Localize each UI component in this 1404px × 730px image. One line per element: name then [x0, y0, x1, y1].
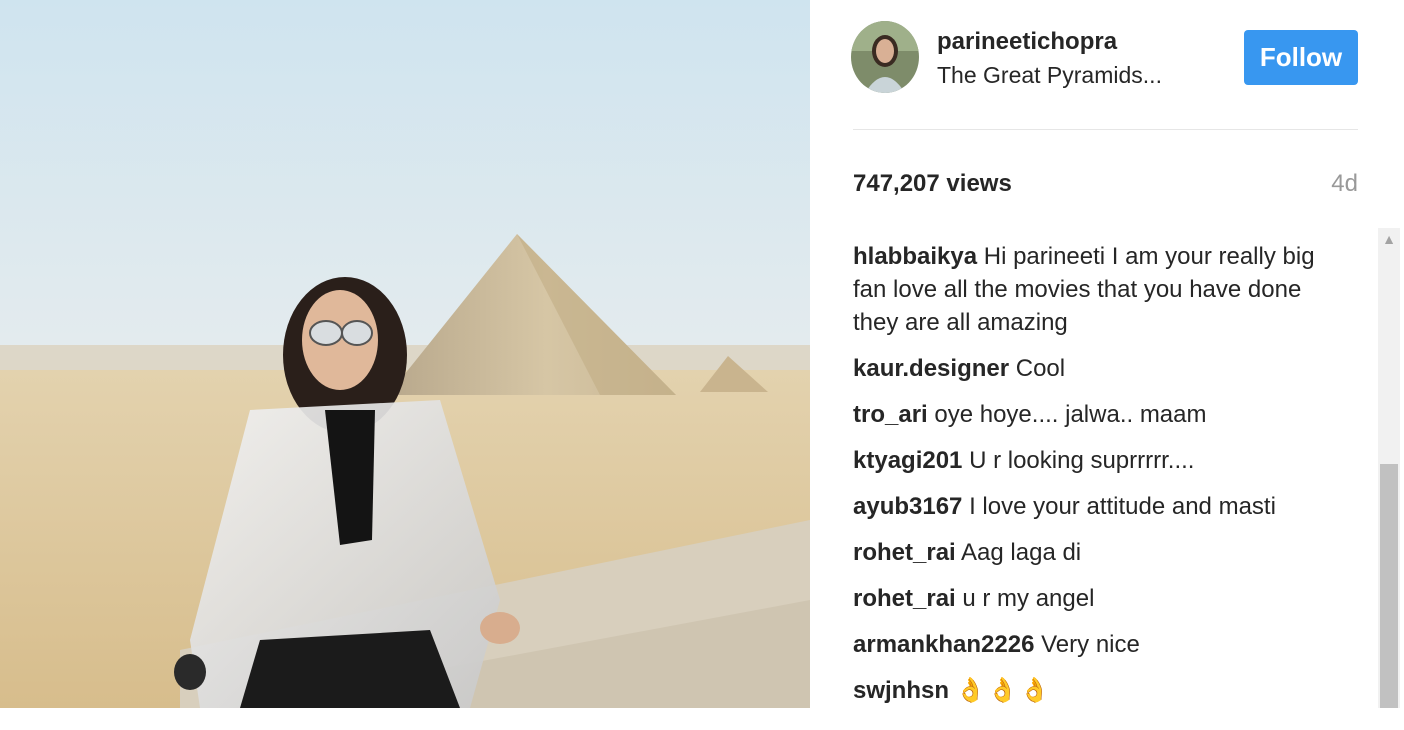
scrollbar-thumb[interactable] [1380, 464, 1398, 708]
comment-item: armankhan2226 Very nice [853, 628, 1333, 661]
comment-text: 👌👌👌 [955, 677, 1052, 704]
comment-item: rohet_rai Aag laga di [853, 536, 1333, 569]
comment-text: Aag laga di [961, 539, 1082, 566]
comment-item: hlabbaikya Hi parineeti I am your really… [853, 240, 1333, 339]
comment-text: I love your attitude and masti [969, 493, 1276, 520]
post-video[interactable] [0, 0, 810, 708]
comment-item: tro_ari oye hoye.... jalwa.. maam [853, 398, 1333, 431]
username-link[interactable]: parineetichopra [937, 28, 1117, 56]
comment-author[interactable]: hlabbaikya [853, 243, 977, 270]
comment-text: u r my angel [962, 585, 1095, 612]
comment-author[interactable]: armankhan2226 [853, 631, 1034, 658]
comment-text: oye hoye.... jalwa.. maam [934, 401, 1207, 428]
avatar-image [851, 21, 919, 93]
divider [853, 129, 1358, 130]
comment-item: rohet_rai u r my angel [853, 582, 1333, 615]
comment-text: Very nice [1041, 631, 1140, 658]
comment-author[interactable]: tro_ari [853, 401, 928, 428]
comment-author[interactable]: rohet_rai [853, 585, 956, 612]
chevron-up-icon[interactable]: ▲ [1378, 228, 1400, 250]
comment-item: ayub3167 I love your attitude and masti [853, 490, 1333, 523]
comment-item: kaur.designer Cool [853, 352, 1333, 385]
location-link[interactable]: The Great Pyramids... [937, 62, 1162, 89]
avatar[interactable] [851, 21, 919, 93]
comment-author[interactable]: ktyagi201 [853, 447, 962, 474]
comments-scrollbar[interactable]: ▲ [1378, 228, 1400, 708]
post-timestamp[interactable]: 4d [1331, 170, 1358, 198]
comment-item: ktyagi201 U r looking suprrrrr.... [853, 444, 1333, 477]
comment-author[interactable]: ayub3167 [853, 493, 962, 520]
video-frame-image [0, 0, 810, 708]
comment-list: hlabbaikya Hi parineeti I am your really… [853, 240, 1333, 720]
comment-text: U r looking suprrrrr.... [969, 447, 1195, 474]
comment-author[interactable]: kaur.designer [853, 355, 1009, 382]
post-details-panel: parineetichopra The Great Pyramids... Fo… [810, 0, 1404, 708]
comment-author[interactable]: swjnhsn [853, 677, 949, 704]
view-count: 747,207 views [853, 170, 1012, 197]
comment-author[interactable]: rohet_rai [853, 539, 956, 566]
comment-item: swjnhsn 👌👌👌 [853, 674, 1333, 707]
follow-button[interactable]: Follow [1244, 30, 1358, 85]
comment-text: Cool [1015, 355, 1066, 382]
